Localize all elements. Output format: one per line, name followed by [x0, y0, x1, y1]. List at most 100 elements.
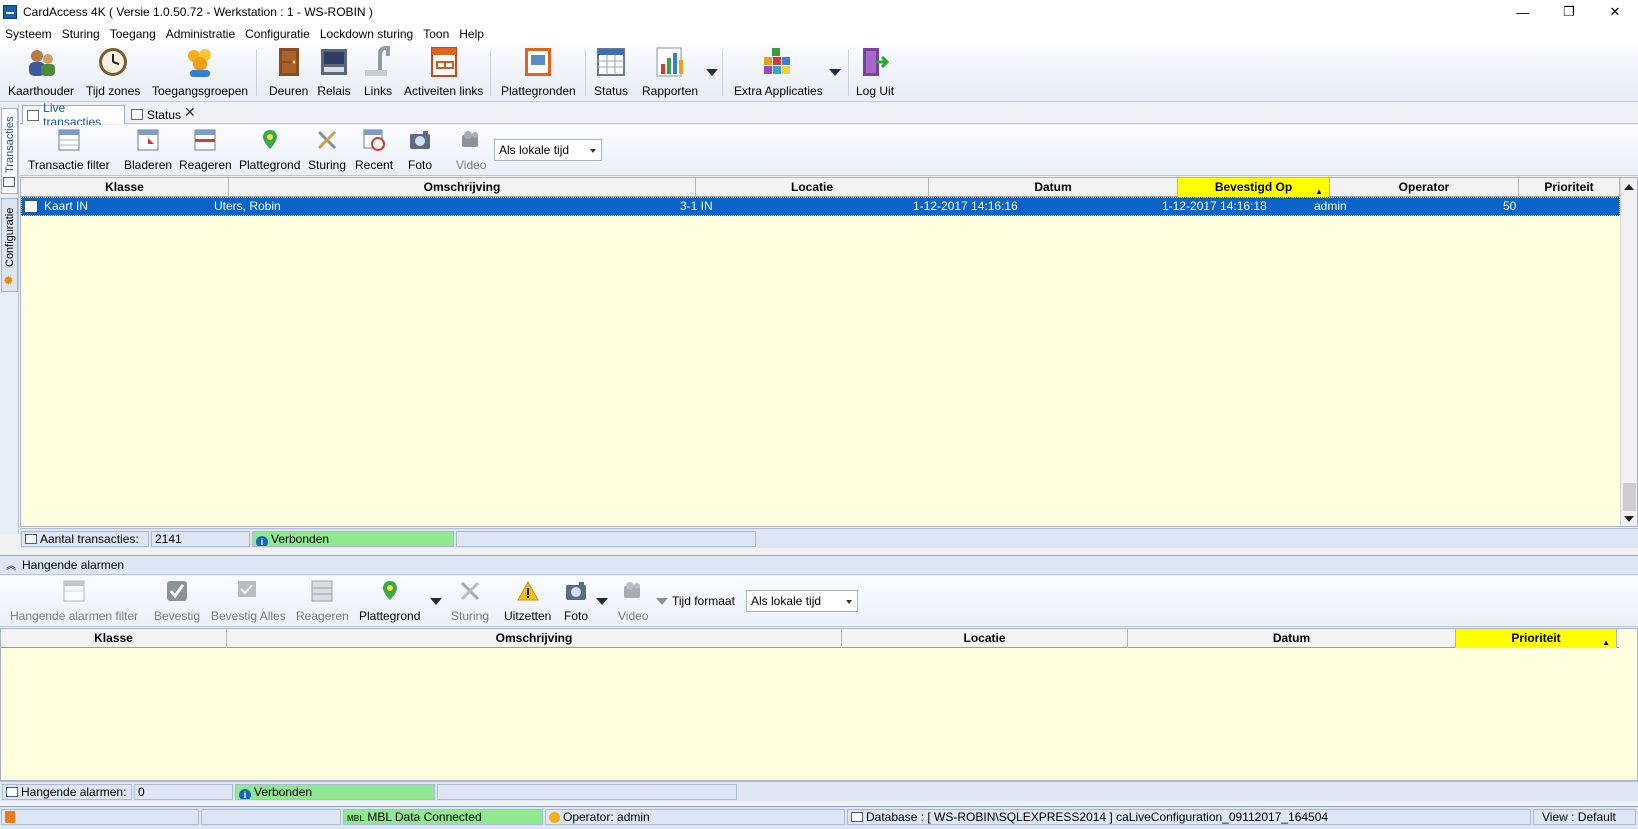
col-header-datum[interactable]: Datum — [929, 178, 1178, 197]
view-status: View : Default — [1533, 809, 1636, 825]
tab-live-transacties[interactable]: Live transacties — [22, 101, 125, 129]
deuren-button[interactable]: Deuren — [269, 46, 308, 98]
menu-sturing[interactable]: Sturing — [57, 27, 105, 41]
col-header-prioriteit[interactable]: Prioriteit — [1519, 178, 1620, 197]
alarms-plattegrond-button[interactable]: Plattegrond — [359, 579, 420, 623]
status-toolbar-button[interactable]: Status — [594, 46, 628, 98]
menu-toon[interactable]: Toon — [418, 27, 454, 41]
alarms-reageren-button[interactable]: Reageren — [296, 579, 349, 623]
menu-bar: Systeem Sturing Toegang Administratie Co… — [0, 24, 1638, 44]
col-header-bevestigd-op[interactable]: Bevestigd Op ▲ — [1178, 178, 1330, 197]
bevestig-button[interactable]: Bevestig — [154, 579, 200, 623]
database-status: Database : [ WS-ROBIN\SQLEXPRESS2014 ] c… — [847, 809, 1531, 825]
alert-indicator-icon — [5, 811, 15, 823]
menu-configuratie[interactable]: Configuratie — [240, 27, 315, 41]
plattegrond-dropdown-icon[interactable] — [430, 598, 442, 605]
video-label: Video — [456, 158, 487, 172]
tab-status[interactable]: Status — [127, 105, 185, 124]
scroll-up-icon[interactable] — [1624, 184, 1634, 190]
menu-administratie[interactable]: Administratie — [161, 27, 240, 41]
recent-button[interactable]: Recent — [355, 128, 393, 172]
app-icon — [3, 5, 17, 19]
plattegrond-button[interactable]: Plattegrond — [239, 128, 300, 172]
extra-applicaties-button[interactable]: Extra Applicaties — [734, 46, 823, 98]
collapse-icon[interactable]: ︽ — [6, 561, 16, 572]
minimize-button[interactable]: — — [1500, 0, 1546, 24]
map-pin-icon — [258, 128, 282, 152]
alarm-col-header-klasse[interactable]: Klasse — [1, 629, 227, 648]
menu-systeem[interactable]: Systeem — [0, 27, 57, 41]
alarm-col-header-locatie[interactable]: Locatie — [842, 629, 1128, 648]
activeiten-links-button[interactable]: Activeiten links — [404, 46, 483, 98]
alarms-foto-button[interactable]: Foto — [564, 579, 588, 623]
video-dropdown-icon[interactable] — [656, 598, 668, 605]
alarms-section-header[interactable]: ︽ Hangende alarmen — [0, 555, 1638, 575]
col-header-klasse[interactable]: Klasse — [21, 178, 229, 197]
foto-dropdown-icon[interactable] — [596, 598, 608, 605]
kaarthouder-button[interactable]: Kaarthouder — [8, 46, 74, 98]
reageren-button[interactable]: Reageren — [179, 128, 232, 172]
menu-help[interactable]: Help — [454, 27, 489, 41]
window-title: CardAccess 4K ( Versie 1.0.50.72 - Werks… — [23, 5, 373, 19]
menu-lockdown-sturing[interactable]: Lockdown sturing — [315, 27, 418, 41]
transactie-filter-button[interactable]: Transactie filter — [28, 128, 110, 172]
side-tab-transacties-label: Transacties — [4, 116, 16, 173]
alarm-col-header-prioriteit[interactable]: Prioriteit ▲ — [1456, 629, 1617, 648]
toegangsgroepen-button[interactable]: Toegangsgroepen — [152, 46, 248, 98]
bevestig-label: Bevestig — [154, 609, 201, 623]
transaction-count-value: 2141 — [151, 531, 250, 547]
rapporten-dropdown-icon[interactable] — [706, 69, 718, 76]
close-tab-icon[interactable]: ✕ — [184, 104, 196, 121]
rapporten-button[interactable]: Rapporten — [642, 46, 698, 98]
live-status-empty — [456, 531, 756, 547]
scroll-thumb[interactable] — [1623, 483, 1636, 511]
toolbar-separator — [490, 50, 491, 96]
bevestig-alles-button[interactable]: Bevestig Alles — [211, 579, 286, 623]
plattegronden-button[interactable]: Plattegronden — [501, 46, 576, 98]
alarm-col-header-omschrijving[interactable]: Omschrijving — [227, 629, 842, 648]
col-header-omschrijving[interactable]: Omschrijving — [229, 178, 696, 197]
cell-operator: admin — [1314, 199, 1347, 213]
respond-icon — [310, 579, 334, 603]
bladeren-button[interactable]: Bladeren — [124, 128, 172, 172]
status-segment-blank — [1, 809, 199, 825]
alarms-time-mode-select[interactable]: Als lokale tijd — [746, 590, 858, 612]
restore-button[interactable]: ❐ — [1546, 0, 1592, 24]
tijd-zones-button[interactable]: Tijd zones — [86, 46, 140, 98]
table-row[interactable]: Kaart IN Uters, Robin 3-1 IN 1-12-2017 1… — [21, 197, 1620, 216]
sturing-button[interactable]: Sturing — [308, 128, 346, 172]
alarm-col-header-prioriteit-label: Prioriteit — [1511, 631, 1561, 645]
respond-icon — [193, 128, 217, 152]
alarms-sturing-button[interactable]: Sturing — [451, 579, 489, 623]
scroll-down-icon[interactable] — [1624, 516, 1634, 522]
relais-button[interactable]: Relais — [317, 46, 351, 98]
col-header-locatie[interactable]: Locatie — [696, 178, 929, 197]
rapporten-label: Rapporten — [642, 84, 699, 98]
links-button[interactable]: Links — [361, 46, 395, 98]
menu-toegang[interactable]: Toegang — [105, 27, 161, 41]
uitzetten-button[interactable]: Uitzetten — [504, 579, 551, 623]
cell-bevestigd-op: 1-12-2017 14:16:18 — [1162, 199, 1267, 213]
transaction-count-label: Aantal transacties: — [21, 531, 149, 547]
alarms-video-button[interactable]: Video — [618, 579, 648, 623]
time-mode-select[interactable]: Als lokale tijd — [494, 139, 602, 161]
foto-button[interactable]: Foto — [408, 128, 432, 172]
activeiten-links-label: Activeiten links — [404, 84, 484, 98]
side-tab-configuratie[interactable]: Configuratie ✹ — [1, 198, 18, 292]
video-button[interactable]: Video — [456, 128, 486, 172]
log-uit-button[interactable]: Log Uit — [856, 46, 894, 98]
col-header-operator[interactable]: Operator — [1330, 178, 1519, 197]
document-tabs: Live transacties Status ✕ — [20, 101, 1638, 129]
tijd-zones-label: Tijd zones — [86, 84, 141, 98]
alarms-connection-status: i Verbonden — [235, 784, 435, 800]
info-icon: i — [256, 536, 268, 546]
side-tab-transacties[interactable]: Transacties — [1, 108, 18, 194]
live-grid-scrollbar[interactable] — [1620, 178, 1637, 526]
close-button[interactable]: ✕ — [1592, 0, 1638, 24]
extra-applicaties-dropdown-icon[interactable] — [829, 69, 841, 76]
hangende-alarmen-filter-button[interactable]: Hangende alarmen filter — [10, 579, 138, 623]
toolbar-separator — [256, 50, 257, 96]
alarm-col-header-datum[interactable]: Datum — [1128, 629, 1456, 648]
status-segment-blank-2 — [201, 809, 341, 825]
title-bar: CardAccess 4K ( Versie 1.0.50.72 - Werks… — [0, 0, 1638, 24]
